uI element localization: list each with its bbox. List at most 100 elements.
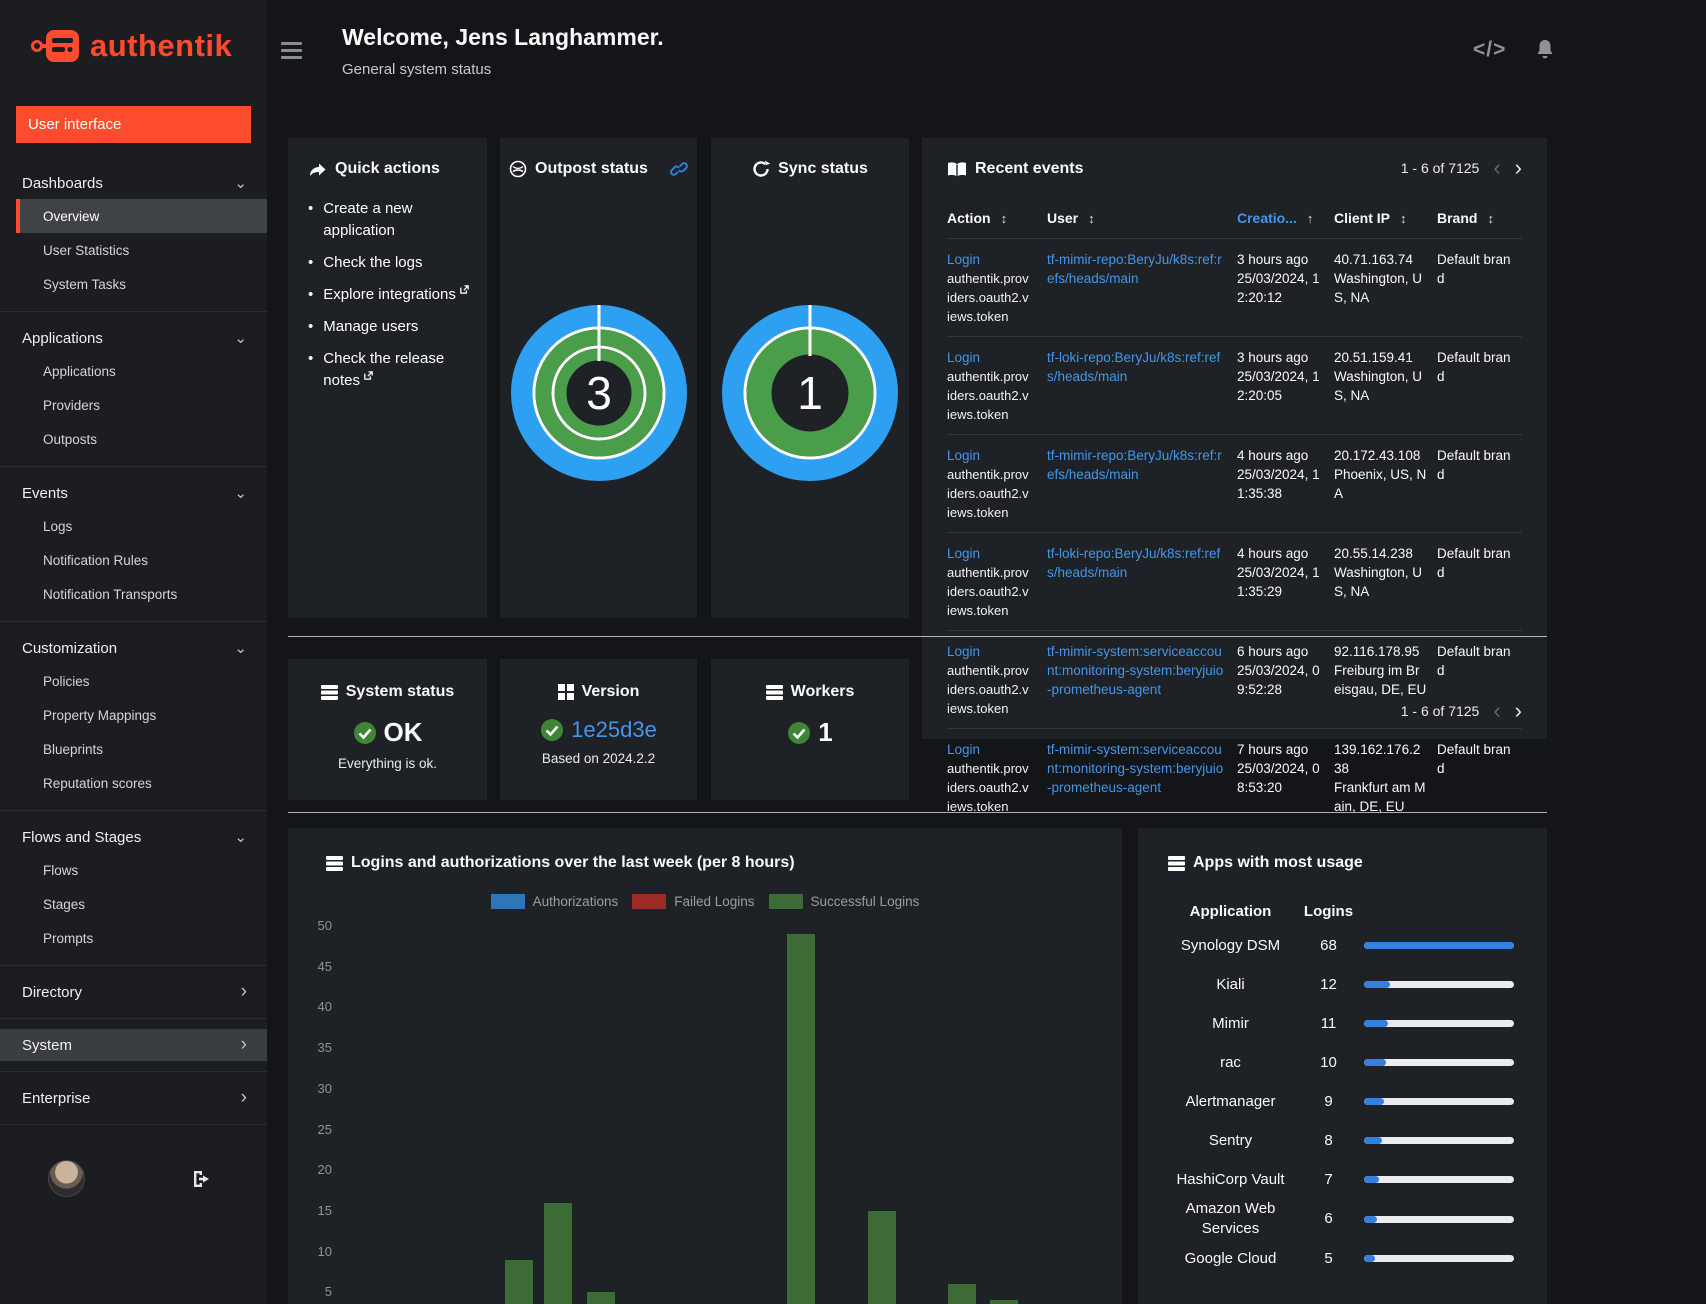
- server-icon: [765, 684, 783, 700]
- chevron-right-icon: ›: [240, 1034, 247, 1055]
- sidebar-section-header-flows-and-stages[interactable]: Flows and Stages ⌄: [0, 821, 267, 853]
- event-action-link[interactable]: Login: [947, 642, 1037, 661]
- quick-action-link-check-the-release-notes[interactable]: Check the release notes: [323, 348, 471, 392]
- sidebar-section-header-enterprise[interactable]: Enterprise ›: [0, 1082, 267, 1114]
- list-item: Google Cloud 5: [1168, 1239, 1527, 1278]
- sidebar-item-user-statistics[interactable]: User Statistics: [16, 233, 267, 267]
- sidebar-item-blueprints[interactable]: Blueprints: [16, 732, 267, 766]
- progress-fill: [1364, 981, 1391, 988]
- workers-value: 1: [818, 717, 833, 747]
- event-user-link[interactable]: tf-mimir-system:serviceaccount:monitorin…: [1047, 740, 1227, 797]
- sidebar-section-header-directory[interactable]: Directory ›: [0, 976, 267, 1008]
- pagination-next-icon[interactable]: ›: [1515, 157, 1522, 179]
- pagination-prev-icon[interactable]: ‹: [1493, 157, 1500, 179]
- version-value-link[interactable]: 1e25d3e: [571, 717, 657, 743]
- sync-icon: [752, 160, 771, 178]
- events-column-user[interactable]: User ↕: [1047, 210, 1237, 226]
- table-row: Login authentik.providers.oauth2.views.to…: [947, 336, 1522, 434]
- sidebar-item-reputation-scores[interactable]: Reputation scores: [16, 766, 267, 800]
- sort-icon: ↕: [1487, 211, 1494, 226]
- events-pagination-bottom: 1 - 6 of 7125 ‹ ›: [1401, 700, 1522, 722]
- list-item: HashiCorp Vault 7: [1168, 1160, 1527, 1199]
- quick-action-item: • Create a new application: [308, 198, 471, 242]
- hamburger-menu-icon[interactable]: [281, 42, 302, 63]
- quick-actions-card: Quick actions • Create a new application •…: [288, 138, 487, 618]
- event-user-link[interactable]: tf-mimir-repo:BeryJu/k8s:ref:refs/heads/…: [1047, 250, 1227, 288]
- user-interface-button[interactable]: User interface: [16, 106, 251, 143]
- event-created-absolute: 25/03/2024, 11:35:29: [1237, 565, 1320, 599]
- app-name: Amazon Web Services: [1185, 1200, 1276, 1237]
- sidebar-item-prompts[interactable]: Prompts: [16, 921, 267, 955]
- sidebar-item-outposts[interactable]: Outposts: [16, 422, 267, 456]
- quick-action-link-explore-integrations[interactable]: Explore integrations: [323, 284, 470, 306]
- quick-action-link-create-a-new-application[interactable]: Create a new application: [323, 198, 471, 242]
- pagination-next-icon[interactable]: ›: [1515, 700, 1522, 722]
- outpost-link-icon[interactable]: [670, 160, 688, 178]
- sidebar-section-system: System ›: [0, 1018, 267, 1071]
- event-geo: Washington, US, NA: [1334, 565, 1423, 599]
- app-logins-count: 68: [1320, 936, 1337, 954]
- app-name: Synology DSM: [1180, 936, 1281, 954]
- event-created-absolute: 25/03/2024, 12:20:12: [1237, 271, 1320, 305]
- cubes-icon: [557, 684, 574, 700]
- event-created-absolute: 25/03/2024, 09:52:28: [1237, 663, 1320, 697]
- recent-events-title: Recent events: [975, 160, 1084, 177]
- sidebar-item-stages[interactable]: Stages: [16, 887, 267, 921]
- event-geo: Phoenix, US, NA: [1334, 467, 1427, 501]
- event-user-link[interactable]: tf-mimir-repo:BeryJu/k8s:ref:refs/heads/…: [1047, 446, 1227, 484]
- sidebar-item-providers[interactable]: Providers: [16, 388, 267, 422]
- sidebar-item-notification-rules[interactable]: Notification Rules: [16, 543, 267, 577]
- y-axis-tick: 35: [317, 1040, 332, 1056]
- logout-icon[interactable]: [190, 1168, 212, 1190]
- app-logins-count: 9: [1324, 1092, 1333, 1110]
- quick-actions-list: • Create a new application • Check the logs…: [308, 198, 471, 392]
- legend-item-authorizations: Authorizations: [490, 894, 618, 909]
- event-action-link[interactable]: Login: [947, 544, 1037, 563]
- event-created-cell: 6 hours ago 25/03/2024, 09:52:28: [1237, 642, 1334, 718]
- app-usage-bar-cell: [1364, 1137, 1524, 1144]
- events-column-brand[interactable]: Brand ↕: [1437, 210, 1522, 226]
- sidebar-section-header-system[interactable]: System ›: [0, 1029, 267, 1061]
- app-logins-count: 10: [1320, 1053, 1337, 1071]
- event-action-link[interactable]: Login: [947, 446, 1037, 465]
- quick-action-link-manage-users[interactable]: Manage users: [323, 316, 418, 338]
- sidebar-item-system-tasks[interactable]: System Tasks: [16, 267, 267, 301]
- sidebar-section-header-dashboards[interactable]: Dashboards ⌄: [0, 167, 267, 199]
- quick-action-link-check-the-logs[interactable]: Check the logs: [323, 252, 422, 274]
- api-code-icon[interactable]: </>: [1473, 38, 1506, 62]
- event-action-link[interactable]: Login: [947, 348, 1037, 367]
- notification-bell-icon[interactable]: [1533, 38, 1557, 64]
- sidebar-item-overview[interactable]: Overview: [16, 199, 267, 233]
- external-link-icon: [364, 371, 373, 380]
- sidebar-item-policies[interactable]: Policies: [16, 664, 267, 698]
- event-action-link[interactable]: Login: [947, 250, 1037, 269]
- event-user-link[interactable]: tf-mimir-system:serviceaccount:monitorin…: [1047, 642, 1227, 699]
- progress-fill: [1364, 1020, 1389, 1027]
- bar-successful-logins: [504, 1259, 533, 1304]
- events-column-action[interactable]: Action ↕: [947, 210, 1047, 226]
- apps-usage-card: Apps with most usage Application Logins …: [1138, 828, 1547, 1304]
- event-action-link[interactable]: Login: [947, 740, 1037, 759]
- sidebar-item-property-mappings[interactable]: Property Mappings: [16, 698, 267, 732]
- events-pagination-top: 1 - 6 of 7125 ‹ ›: [1401, 157, 1522, 179]
- sidebar-item-logs[interactable]: Logs: [16, 509, 267, 543]
- events-column-client-ip[interactable]: Client IP ↕: [1334, 210, 1437, 226]
- system-status-description: Everything is ok.: [337, 756, 438, 771]
- events-column-creatio[interactable]: Creatio... ↑: [1237, 210, 1334, 226]
- chevron-down-icon: ⌄: [234, 829, 247, 846]
- legend-item-successful-logins: Successful Logins: [768, 894, 919, 909]
- system-status-card: System status OK Everything is ok.: [288, 659, 487, 800]
- outpost-status-card: Outpost status 3: [500, 138, 697, 618]
- bar-successful-logins: [948, 1284, 977, 1304]
- sidebar-item-flows[interactable]: Flows: [16, 853, 267, 887]
- authentik-logo-icon: [31, 30, 79, 62]
- sidebar-item-applications[interactable]: Applications: [16, 354, 267, 388]
- avatar[interactable]: [48, 1160, 85, 1197]
- pagination-prev-icon[interactable]: ‹: [1493, 700, 1500, 722]
- sidebar-section-header-customization[interactable]: Customization ⌄: [0, 632, 267, 664]
- event-user-link[interactable]: tf-loki-repo:BeryJu/k8s:ref:refs/heads/m…: [1047, 348, 1227, 386]
- sidebar-section-header-applications[interactable]: Applications ⌄: [0, 322, 267, 354]
- sidebar-item-notification-transports[interactable]: Notification Transports: [16, 577, 267, 611]
- sidebar-section-header-events[interactable]: Events ⌄: [0, 477, 267, 509]
- event-user-link[interactable]: tf-loki-repo:BeryJu/k8s:ref:refs/heads/m…: [1047, 544, 1227, 582]
